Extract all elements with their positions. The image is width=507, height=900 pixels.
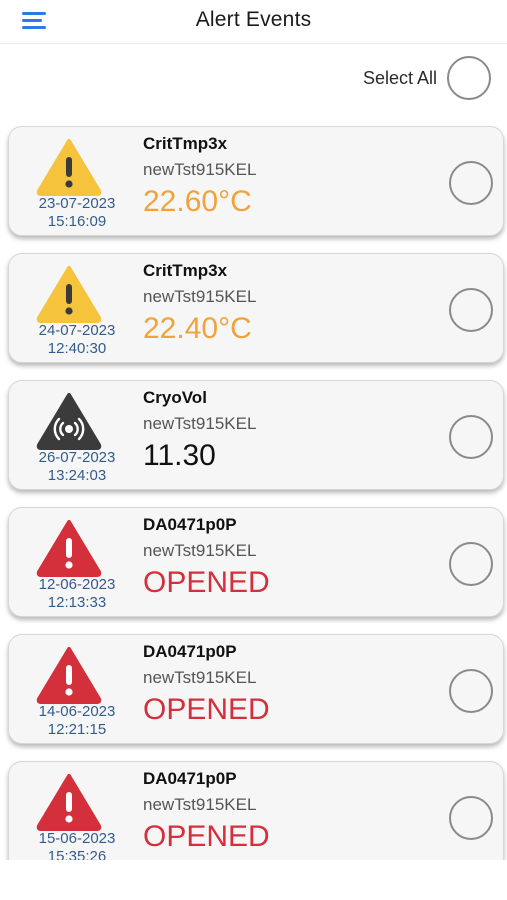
alert-value: 22.40°C <box>143 312 252 345</box>
alert-device: newTst915KEL <box>143 795 257 814</box>
alert-select-checkbox[interactable] <box>449 669 493 713</box>
alert-name: CritTmp3x <box>143 261 228 280</box>
top-bar: Alert Events <box>0 0 507 44</box>
alert-device: newTst915KEL <box>143 414 257 433</box>
alert-value: OPENED <box>143 820 270 853</box>
alert-card[interactable]: 26-07-2023 13:24:03 CryoVol newTst915KEL… <box>8 380 504 490</box>
alert-name: CryoVol <box>143 388 207 407</box>
page-title: Alert Events <box>195 8 312 31</box>
critical-triangle-icon <box>35 645 103 705</box>
alert-time: 15:16:09 <box>47 213 107 230</box>
alert-name: CritTmp3x <box>143 134 228 153</box>
signal-triangle-icon <box>35 391 103 451</box>
alert-value: 11.30 <box>143 439 216 472</box>
alert-time: 13:24:03 <box>47 467 107 484</box>
alert-select-checkbox[interactable] <box>449 796 493 840</box>
select-all-label: Select All <box>362 67 437 88</box>
alert-card[interactable]: 24-07-2023 12:40:30 CritTmp3x newTst915K… <box>8 253 504 363</box>
select-all-checkbox[interactable] <box>447 56 491 100</box>
alert-time: 15:35:26 <box>47 848 107 860</box>
alert-value: OPENED <box>143 566 270 599</box>
alert-list: 23-07-2023 15:16:09 CritTmp3x newTst915K… <box>0 126 507 860</box>
alert-value: OPENED <box>143 693 270 726</box>
alert-select-checkbox[interactable] <box>449 288 493 332</box>
alert-date: 15-06-2023 <box>38 830 116 847</box>
alert-time: 12:40:30 <box>47 340 107 357</box>
warning-triangle-icon <box>35 137 103 197</box>
alert-name: DA0471p0P <box>143 769 237 788</box>
critical-triangle-icon <box>35 772 103 832</box>
alert-date: 26-07-2023 <box>38 449 116 466</box>
alert-date: 14-06-2023 <box>38 703 116 720</box>
alert-device: newTst915KEL <box>143 541 257 560</box>
alert-select-checkbox[interactable] <box>449 161 493 205</box>
alert-select-checkbox[interactable] <box>449 542 493 586</box>
alert-value: 22.60°C <box>143 185 252 218</box>
alert-name: DA0471p0P <box>143 515 237 534</box>
alert-device: newTst915KEL <box>143 668 257 687</box>
alert-device: newTst915KEL <box>143 160 257 179</box>
alert-card[interactable]: 12-06-2023 12:13:33 DA0471p0P newTst915K… <box>8 507 504 617</box>
alert-time: 12:21:15 <box>47 721 107 738</box>
alert-name: DA0471p0P <box>143 642 237 661</box>
select-all-control[interactable]: Select All <box>363 56 491 100</box>
alert-time: 12:13:33 <box>47 594 107 611</box>
alert-card[interactable]: 14-06-2023 12:21:15 DA0471p0P newTst915K… <box>8 634 504 744</box>
alert-events-screen: Alert Events Select All 23-07-2023 15:16… <box>0 0 507 900</box>
alert-card[interactable]: 15-06-2023 15:35:26 DA0471p0P newTst915K… <box>8 761 504 860</box>
alert-card[interactable]: 23-07-2023 15:16:09 CritTmp3x newTst915K… <box>8 126 504 236</box>
alert-date: 12-06-2023 <box>38 576 116 593</box>
alert-date: 24-07-2023 <box>38 322 116 339</box>
warning-triangle-icon <box>35 264 103 324</box>
alert-device: newTst915KEL <box>143 287 257 306</box>
alert-select-checkbox[interactable] <box>449 415 493 459</box>
critical-triangle-icon <box>35 518 103 578</box>
alert-date: 23-07-2023 <box>38 195 116 212</box>
